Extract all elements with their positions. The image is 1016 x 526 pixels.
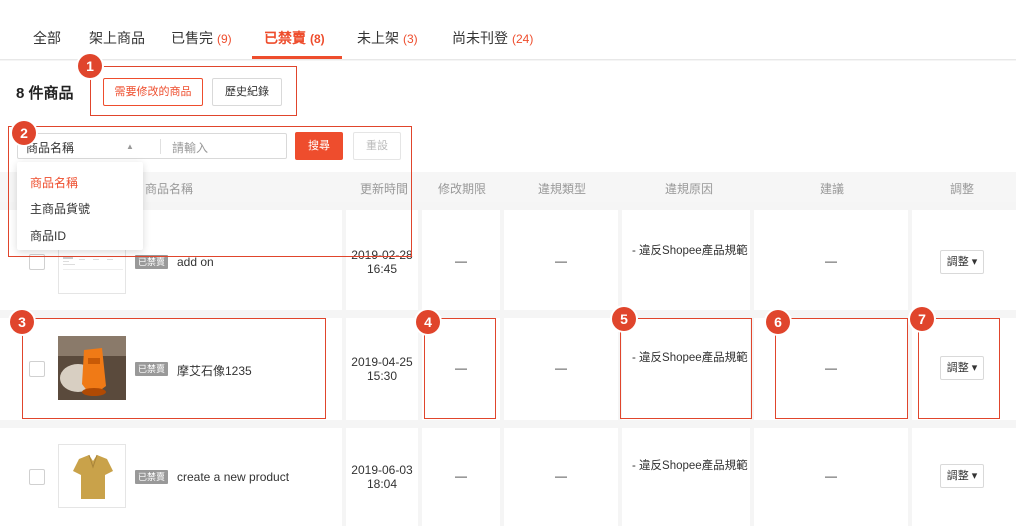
- updated-time: 2019-04-25 15:30: [346, 355, 418, 383]
- marker-7: 7: [910, 307, 934, 331]
- adjust-button[interactable]: 調整 ▾: [940, 356, 984, 380]
- col-product-name: 商品名稱: [145, 182, 194, 196]
- date-text: 2019-06-03: [351, 463, 413, 477]
- row-checkbox[interactable]: [29, 361, 45, 377]
- date-text: 2019-04-25: [351, 355, 413, 369]
- violation-reason: - 違反Shopee產品規範: [632, 460, 748, 472]
- tab-label: 未上架: [357, 30, 399, 46]
- adjust-button[interactable]: 調整 ▾: [940, 250, 984, 274]
- violation-type-value: —: [555, 254, 567, 268]
- search-field-select[interactable]: 商品名稱 ▲ 請輸入: [17, 133, 287, 159]
- marker-1: 1: [78, 54, 102, 78]
- time-text: 18:04: [366, 477, 398, 491]
- row-checkbox[interactable]: [29, 254, 45, 270]
- marker-2: 2: [12, 121, 36, 145]
- date-text: 2019-02-28: [351, 248, 413, 262]
- caret-up-icon: ▲: [126, 142, 134, 151]
- marker-4: 4: [416, 310, 440, 334]
- marker-6: 6: [766, 310, 790, 334]
- violation-reason: - 違反Shopee產品規範: [632, 245, 748, 257]
- tab-all[interactable]: 全部: [33, 28, 61, 48]
- search-button[interactable]: 搜尋: [295, 132, 343, 160]
- search-input[interactable]: 請輸入: [172, 139, 208, 156]
- option-product-name[interactable]: 商品名稱: [30, 174, 78, 191]
- violation-type-value: —: [555, 361, 567, 375]
- option-product-id[interactable]: 商品ID: [30, 227, 66, 244]
- status-tabs: 全部 架上商品 已售完 (9) 已禁賣 (8) 未上架 (3) 尚未刊登 (24): [0, 0, 1016, 60]
- status-badge: 已禁賣: [135, 470, 169, 484]
- product-thumbnail[interactable]: [58, 444, 126, 508]
- marker-5: 5: [612, 307, 636, 331]
- product-name[interactable]: add on: [177, 255, 214, 269]
- violation-type-value: —: [555, 469, 567, 483]
- history-button[interactable]: 歷史紀錄: [212, 78, 282, 106]
- product-thumbnail[interactable]: [58, 336, 126, 400]
- col-updated: 更新時間: [360, 182, 409, 196]
- col-adjust: 調整: [950, 182, 975, 196]
- tab-label: 已禁賣: [264, 30, 306, 46]
- table-row: 已禁賣 create a new product 2019-06-03 18:04…: [0, 422, 1016, 526]
- violation-reason: - 違反Shopee產品規範: [632, 352, 748, 364]
- status-badge: 已禁賣: [135, 255, 169, 269]
- tab-count: (9): [217, 32, 232, 46]
- tab-count: (24): [512, 32, 534, 46]
- tab-label: 已售完: [171, 30, 213, 46]
- row-checkbox[interactable]: [29, 469, 45, 485]
- table-row: 已禁賣 摩艾石像1235 2019-04-25 15:30 — — - 違反Sho…: [0, 312, 1016, 422]
- suggestion-value: —: [825, 469, 837, 483]
- product-name[interactable]: create a new product: [177, 470, 289, 484]
- table-row: 已禁賣 add on 2019-02-28 16:45 — — - 違反Shope…: [0, 202, 1016, 312]
- col-suggestion: 建議: [820, 182, 845, 196]
- updated-time: 2019-02-28 16:45: [346, 248, 418, 276]
- time-text: 16:45: [366, 262, 398, 276]
- search-field-dropdown: 商品名稱 主商品貨號 商品ID: [17, 162, 143, 250]
- deadline-value: —: [455, 361, 467, 375]
- tab-count: (3): [403, 32, 418, 46]
- col-violation-reason: 違規原因: [665, 182, 714, 196]
- tab-banned[interactable]: 已禁賣 (8): [264, 28, 325, 48]
- divider: [160, 139, 161, 154]
- search-field-value: 商品名稱: [26, 141, 75, 155]
- suggestion-value: —: [825, 361, 837, 375]
- option-sku[interactable]: 主商品貨號: [30, 200, 90, 217]
- updated-time: 2019-06-03 18:04: [346, 463, 418, 491]
- col-violation-type: 違規類型: [538, 182, 587, 196]
- active-tab-indicator: [252, 56, 342, 59]
- tab-unpublished[interactable]: 尚未刊登 (24): [452, 28, 533, 48]
- tab-label: 全部: [33, 30, 61, 46]
- moai-photo-icon: [58, 336, 126, 400]
- deadline-value: —: [455, 469, 467, 483]
- tab-soldout[interactable]: 已售完 (9): [171, 28, 232, 48]
- suggestion-value: —: [825, 254, 837, 268]
- col-deadline: 修改期限: [438, 182, 487, 196]
- time-text: 15:30: [366, 369, 398, 383]
- tab-label: 尚未刊登: [452, 30, 508, 46]
- table-header: 商品名稱 更新時間 修改期限 違規類型 違規原因 建議 調整: [0, 172, 1016, 202]
- product-name[interactable]: 摩艾石像1235: [177, 362, 252, 379]
- need-modify-button[interactable]: 需要修改的商品: [103, 78, 203, 106]
- tab-unlisted[interactable]: 未上架 (3): [357, 28, 418, 48]
- deadline-value: —: [455, 254, 467, 268]
- marker-3: 3: [10, 310, 34, 334]
- adjust-button[interactable]: 調整 ▾: [940, 464, 984, 488]
- tab-count: (8): [310, 32, 325, 46]
- tab-label: 架上商品: [89, 30, 145, 46]
- tab-live[interactable]: 架上商品: [89, 28, 145, 48]
- status-badge: 已禁賣: [135, 362, 169, 376]
- product-count: 8 件商品: [16, 85, 74, 102]
- reset-button[interactable]: 重設: [353, 132, 401, 160]
- shirt-photo-icon: [73, 454, 113, 499]
